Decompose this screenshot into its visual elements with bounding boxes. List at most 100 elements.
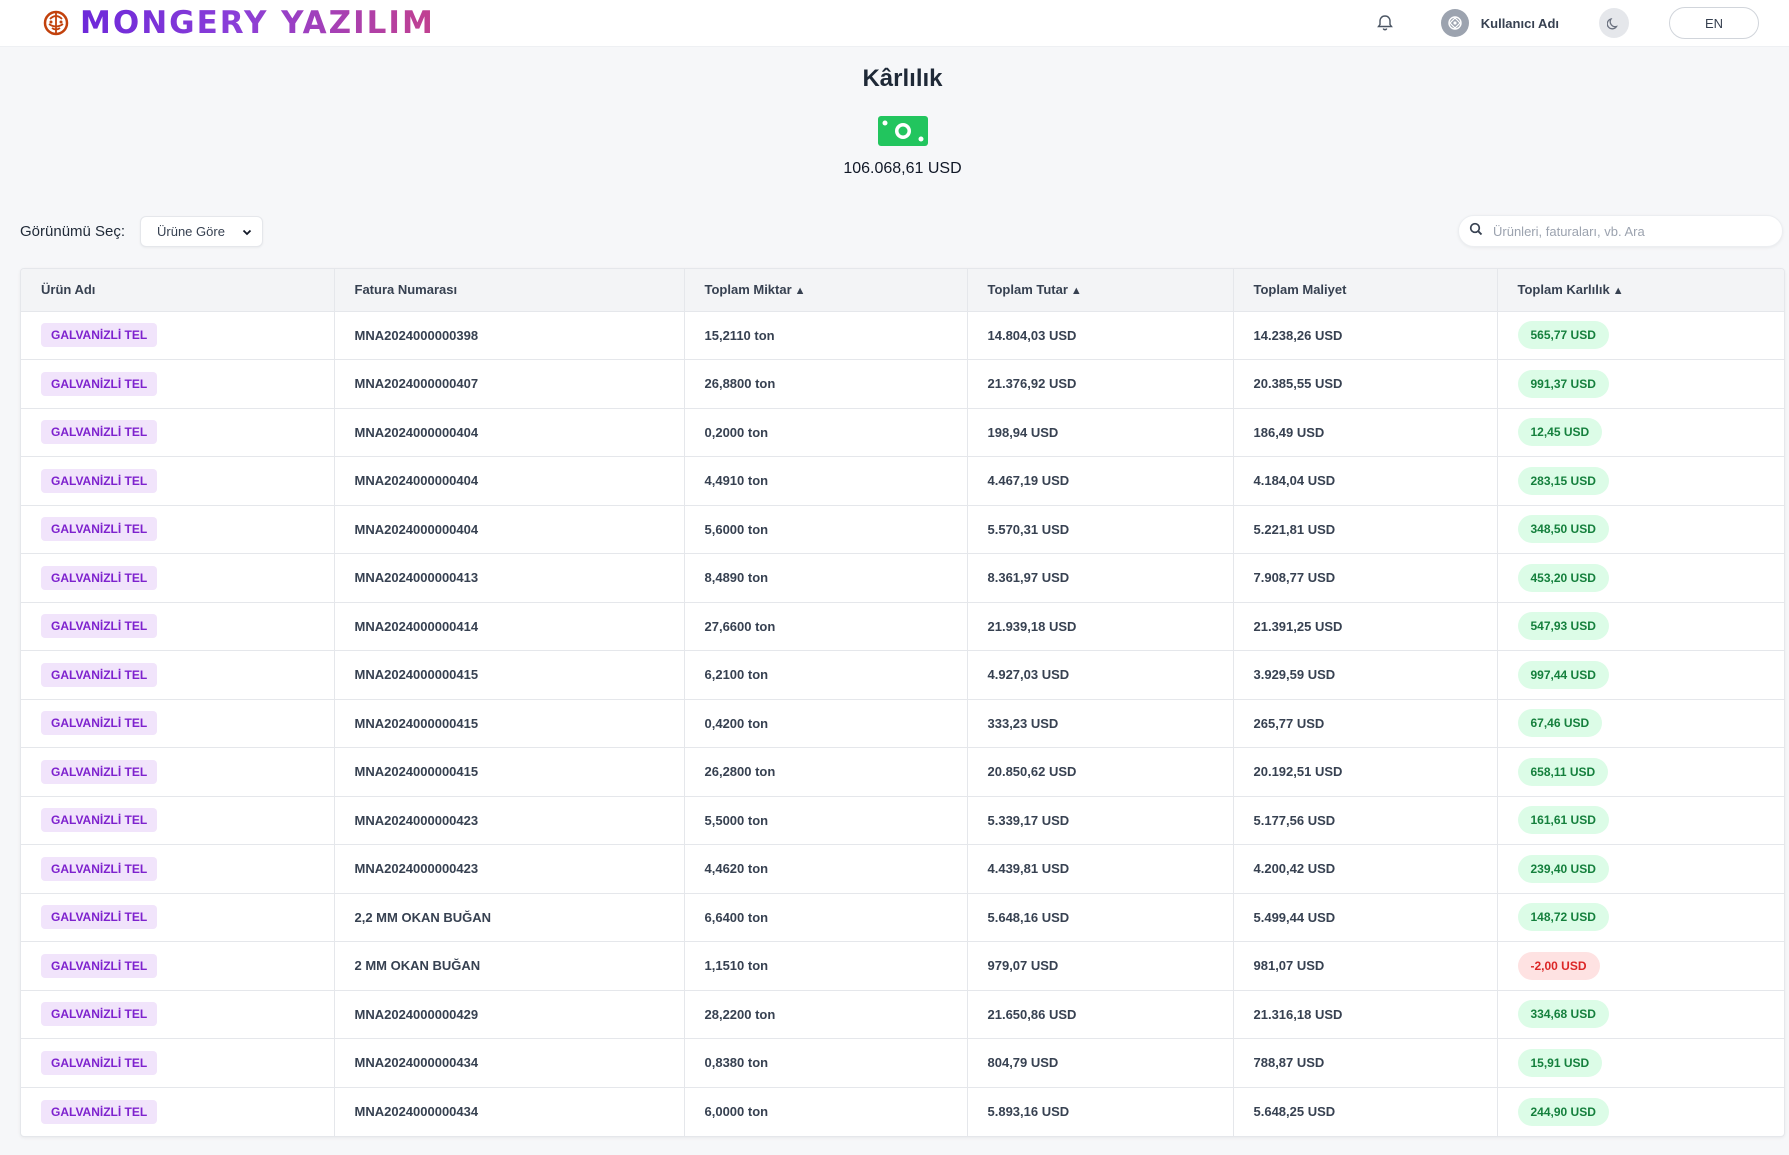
table-row[interactable]: GALVANİZLİ TEL MNA2024000000415 0,4200 ton… [21,699,1784,748]
profit-cell: 67,46 USD [1497,699,1784,748]
profit-badge-positive: 67,46 USD [1517,709,1603,738]
profit-badge-positive: 453,20 USD [1517,563,1609,592]
table-row[interactable]: GALVANİZLİ TEL MNA2024000000413 8,4890 ton… [21,553,1784,603]
product-cell: GALVANİZLİ TEL [21,1087,335,1136]
profit-badge-negative: -2,00 USD [1517,951,1600,980]
product-cell: GALVANİZLİ TEL [21,844,335,894]
amount-cell: 198,94 USD [967,408,1234,457]
product-name-header[interactable]: Ürün Adı [21,269,335,312]
sort-asc-icon[interactable]: ▲ [1613,285,1624,297]
product-badge: GALVANİZLİ TEL [41,1050,158,1075]
total-amount-header[interactable]: Toplam Tutar ▲ [967,269,1234,312]
table-row[interactable]: GALVANİZLİ TEL MNA2024000000398 15,2110 to… [21,311,1784,360]
profit-badge-positive: 15,91 USD [1517,1048,1603,1077]
product-badge: GALVANİZLİ TEL [41,711,158,736]
table-body: GALVANİZLİ TEL MNA2024000000398 15,2110 to… [21,311,1784,1136]
table-row[interactable]: GALVANİZLİ TEL MNA2024000000415 26,2800 to… [21,747,1784,797]
column-label: Toplam Tutar [987,282,1068,298]
invoice-cell: MNA2024000000434 [334,1087,685,1136]
product-badge: GALVANİZLİ TEL [41,323,158,348]
invoice-cell: MNA2024000000429 [334,990,685,1039]
cost-cell: 981,07 USD [1233,941,1498,991]
sort-asc-icon[interactable]: ▲ [795,285,806,297]
amount-cell: 5.893,16 USD [967,1087,1234,1136]
invoice-cell: MNA2024000000423 [334,796,685,845]
table-row[interactable]: GALVANİZLİ TEL MNA2024000000404 4,4910 ton… [21,456,1784,506]
dark-mode-toggle[interactable] [1599,8,1629,38]
table-row[interactable]: GALVANİZLİ TEL MNA2024000000434 6,0000 ton… [21,1087,1784,1136]
table-row[interactable]: GALVANİZLİ TEL MNA2024000000404 0,2000 ton… [21,408,1784,457]
table-row[interactable]: GALVANİZLİ TEL MNA2024000000404 5,6000 ton… [21,505,1784,554]
cost-cell: 186,49 USD [1233,408,1498,457]
cost-cell: 21.316,18 USD [1233,990,1498,1039]
quantity-cell: 4,4620 ton [684,844,968,894]
quantity-cell: 28,2200 ton [684,990,968,1039]
total-quantity-header[interactable]: Toplam Miktar ▲ [684,269,968,312]
product-badge: GALVANİZLİ TEL [41,808,158,833]
product-badge: GALVANİZLİ TEL [41,662,158,687]
amount-cell: 4.439,81 USD [967,844,1234,894]
amount-cell: 5.570,31 USD [967,505,1234,554]
invoice-cell: MNA2024000000423 [334,844,685,894]
product-cell: GALVANİZLİ TEL [21,505,335,554]
bell-icon[interactable] [1375,13,1395,33]
table-row[interactable]: GALVANİZLİ TEL 2,2 MM OKAN BUĞAN 6,6400 to… [21,893,1784,942]
product-badge: GALVANİZLİ TEL [41,420,158,445]
profit-badge-positive: 547,93 USD [1517,612,1609,641]
search-input[interactable] [1493,223,1763,239]
product-badge: GALVANİZLİ TEL [41,856,158,881]
profit-badge-positive: 244,90 USD [1517,1097,1609,1126]
product-cell: GALVANİZLİ TEL [21,311,335,360]
table-row[interactable]: GALVANİZLİ TEL MNA2024000000434 0,8380 ton… [21,1038,1784,1088]
cost-cell: 5.177,56 USD [1233,796,1498,845]
profit-badge-positive: 161,61 USD [1517,806,1609,835]
amount-cell: 5.339,17 USD [967,796,1234,845]
table-row[interactable]: GALVANİZLİ TEL MNA2024000000415 6,2100 ton… [21,650,1784,700]
table-row[interactable]: GALVANİZLİ TEL 2 MM OKAN BUĞAN 1,1510 ton 9… [21,941,1784,991]
product-badge: GALVANİZLİ TEL [41,614,158,639]
view-select[interactable]: Ürüne Göre [140,216,263,247]
invoice-cell: MNA2024000000398 [334,311,685,360]
invoice-cell: MNA2024000000415 [334,699,685,748]
amount-cell: 14.804,03 USD [967,311,1234,360]
table-header-row: Ürün Adı Fatura Numarası Toplam Miktar ▲ Top… [21,269,1784,312]
quantity-cell: 27,6600 ton [684,602,968,651]
cost-cell: 7.908,77 USD [1233,553,1498,603]
column-label: Toplam Karlılık [1517,282,1610,298]
invoice-cell: MNA2024000000415 [334,747,685,797]
quantity-cell: 4,4910 ton [684,456,968,506]
search-icon [1469,222,1483,241]
page-title: Kârlılık [862,65,943,92]
total-cost-header[interactable]: Toplam Maliyet [1233,269,1498,312]
invoice-cell: MNA2024000000434 [334,1038,685,1088]
table-row[interactable]: GALVANİZLİ TEL MNA2024000000423 5,5000 ton… [21,796,1784,845]
quantity-cell: 0,2000 ton [684,408,968,457]
language-button[interactable]: EN [1669,7,1759,39]
brand[interactable]: MONGERY YAZILIM [40,5,435,41]
view-select-label: Görünümü Seç: [20,223,126,240]
table-row[interactable]: GALVANİZLİ TEL MNA2024000000423 4,4620 ton… [21,844,1784,894]
product-badge: GALVANİZLİ TEL [41,565,158,590]
product-badge: GALVANİZLİ TEL [41,1002,158,1027]
cost-cell: 5.221,81 USD [1233,505,1498,554]
invoice-cell: MNA2024000000404 [334,408,685,457]
search-box[interactable] [1458,215,1783,247]
profit-cell: 148,72 USD [1497,893,1784,942]
invoice-cell: MNA2024000000404 [334,505,685,554]
profit-badge-positive: 997,44 USD [1517,660,1609,689]
profit-badge-positive: 239,40 USD [1517,854,1609,883]
cost-cell: 20.192,51 USD [1233,747,1498,797]
profit-cell: 239,40 USD [1497,844,1784,894]
user-menu[interactable]: Kullanıcı Adı [1440,9,1559,37]
total-profit-header[interactable]: Toplam Karlılık ▲ [1497,269,1784,312]
product-cell: GALVANİZLİ TEL [21,359,335,409]
quantity-cell: 6,6400 ton [684,893,968,942]
table-row[interactable]: GALVANİZLİ TEL MNA2024000000414 27,6600 to… [21,602,1784,651]
cost-cell: 788,87 USD [1233,1038,1498,1088]
sort-asc-icon[interactable]: ▲ [1071,285,1082,297]
invoice-number-header[interactable]: Fatura Numarası [334,269,685,312]
table-row[interactable]: GALVANİZLİ TEL MNA2024000000407 26,8800 to… [21,359,1784,409]
quantity-cell: 6,0000 ton [684,1087,968,1136]
table-row[interactable]: GALVANİZLİ TEL MNA2024000000429 28,2200 to… [21,990,1784,1039]
quantity-cell: 8,4890 ton [684,553,968,603]
